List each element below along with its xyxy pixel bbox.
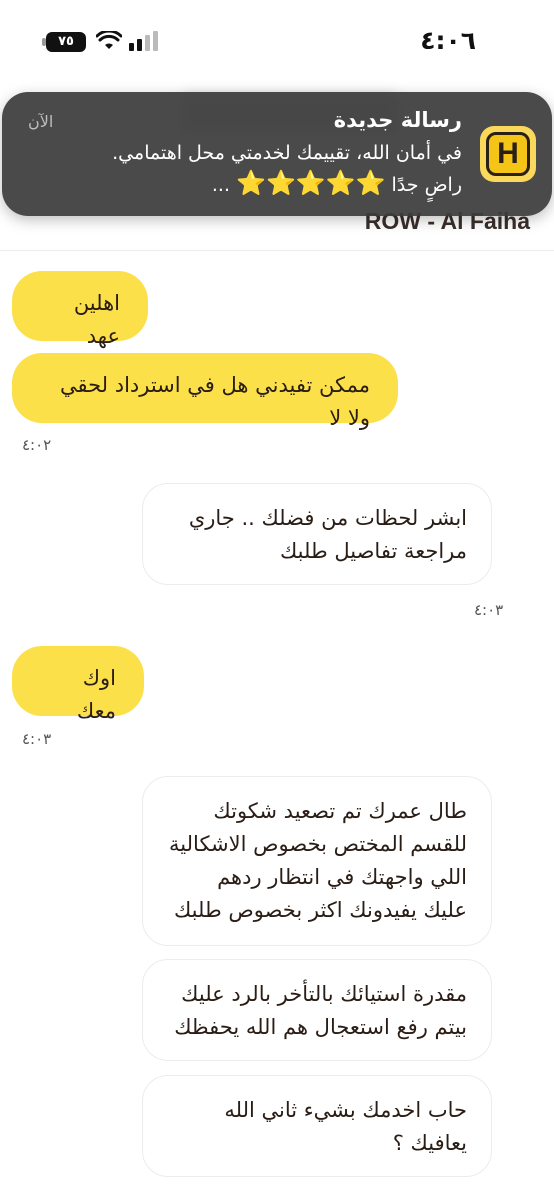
- message-timestamp: ٤:٠٣: [22, 730, 52, 748]
- message-bubble-agent[interactable]: مقدرة استيائك بالتأخر بالرد عليك بيتم رف…: [142, 959, 492, 1061]
- message-timestamp: ٤:٠٣: [474, 601, 504, 619]
- notification-ellipsis: ...: [211, 174, 231, 196]
- status-bar: ٧٥ ٤:٠٦: [0, 0, 554, 84]
- message-bubble-agent[interactable]: حاب اخدمك بشيء ثاني الله يعافيك ؟: [142, 1075, 492, 1177]
- message-bubble-user[interactable]: اوك معك: [12, 646, 144, 723]
- status-time: ٤:٠٦: [420, 26, 476, 55]
- app-icon: H: [480, 126, 536, 182]
- message-text: اهلين عهد: [73, 291, 120, 348]
- message-text: اوك معك: [76, 666, 116, 723]
- notification-banner[interactable]: H رسالة جديدة الآن في أمان الله، تقييمك …: [2, 92, 552, 216]
- battery-icon: ٧٥: [46, 32, 86, 52]
- battery-level: ٧٥: [58, 34, 74, 49]
- message-bubble-user[interactable]: ممكن تفيدني هل في استرداد لحقي ولا لا: [12, 353, 398, 430]
- notification-body-line1: في أمان الله، تقييمك لخدمتي محل اهتمامي.: [112, 142, 462, 164]
- notification-body: في أمان الله، تقييمك لخدمتي محل اهتمامي.…: [22, 138, 462, 200]
- message-text: ممكن تفيدني هل في استرداد لحقي ولا لا: [59, 373, 370, 430]
- message-text: طال عمرك تم تصعيد شكوتك للقسم المختص بخص…: [169, 799, 467, 922]
- message-bubble-agent[interactable]: ابشر لحظات من فضلك .. جاري مراجعة تفاصيل…: [142, 483, 492, 585]
- wifi-icon: [96, 31, 122, 49]
- notification-title: رسالة جديدة: [333, 108, 462, 132]
- message-text: ابشر لحظات من فضلك .. جاري مراجعة تفاصيل…: [188, 506, 467, 563]
- message-bubble-user[interactable]: اهلين عهد: [12, 271, 148, 348]
- battery-cap: [42, 38, 46, 46]
- message-timestamp: ٤:٠٢: [22, 436, 52, 454]
- notification-time: الآن: [28, 112, 54, 131]
- message-bubble-agent[interactable]: طال عمرك تم تصعيد شكوتك للقسم المختص بخص…: [142, 776, 492, 946]
- message-text: حاب اخدمك بشيء ثاني الله يعافيك ؟: [224, 1098, 467, 1155]
- app-icon-letter: H: [486, 132, 530, 176]
- cellular-signal-icon: [129, 31, 158, 51]
- notification-body-text: راضٍ جدًا: [391, 174, 462, 196]
- message-text: مقدرة استيائك بالتأخر بالرد عليك بيتم رف…: [174, 982, 467, 1039]
- star-rating-icon: ⭐⭐⭐⭐⭐: [236, 169, 386, 197]
- notification-body-line2: راضٍ جدًا ⭐⭐⭐⭐⭐ ...: [22, 168, 462, 200]
